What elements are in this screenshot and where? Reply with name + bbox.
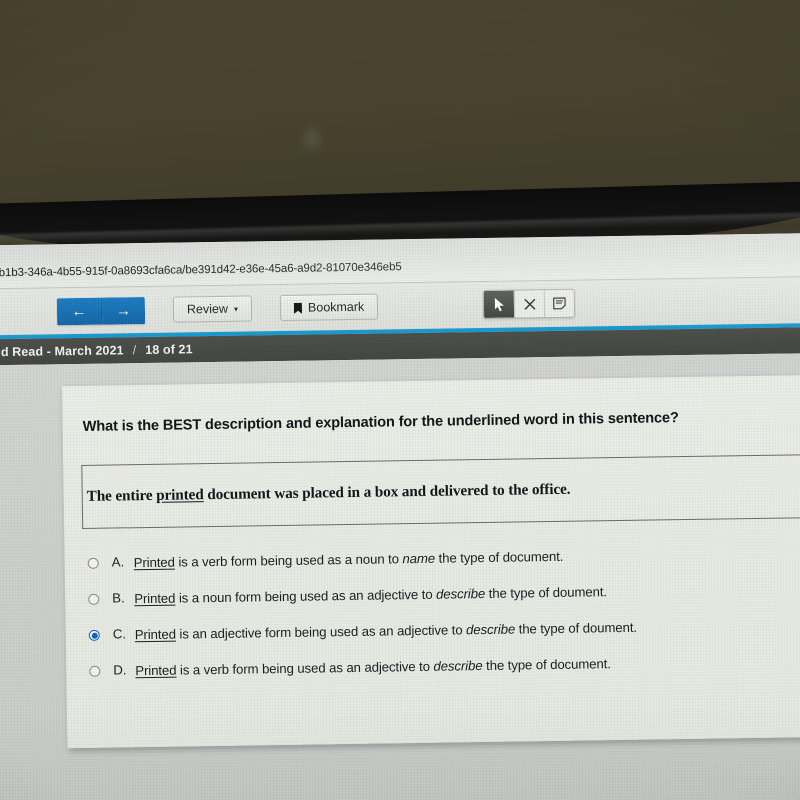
back-button[interactable]: ←: [56, 297, 102, 325]
option-c-mid: is an adjective form being used as an ad…: [175, 622, 467, 642]
title-separator: /: [132, 343, 137, 358]
option-c-end: the type of doument.: [515, 620, 638, 637]
option-text-d: Printed is a verb form being used as an …: [135, 656, 611, 680]
radio-button-b[interactable]: [88, 593, 100, 606]
option-c-italic: describe: [465, 621, 516, 638]
option-a-italic: name: [402, 550, 436, 567]
option-letter-c: C.: [112, 626, 127, 642]
bookmark-icon: [293, 302, 303, 314]
note-tool-button[interactable]: [543, 289, 575, 318]
chevron-down-icon: ▾: [233, 304, 239, 314]
option-a-underlined: Printed: [133, 554, 175, 571]
option-d-end: the type of document.: [482, 656, 611, 674]
answer-options-list: A. Printed is a verb form being used as …: [82, 532, 800, 689]
option-a-end: the type of document.: [434, 548, 564, 566]
option-b-underlined: Printed: [134, 590, 176, 607]
bookmark-label: Bookmark: [307, 299, 365, 315]
sentence-underlined-word: printed: [156, 486, 204, 504]
option-text-c: Printed is an adjective form being used …: [135, 619, 637, 644]
clear-annotation-button[interactable]: [513, 290, 545, 318]
forward-button[interactable]: →: [100, 296, 146, 325]
question-prompt: What is the BEST description and explana…: [82, 410, 679, 435]
option-d-mid: is a verb form being used as an adjectiv…: [176, 659, 434, 679]
option-d-italic: describe: [433, 658, 483, 675]
question-progress: 18 of 21: [145, 342, 193, 358]
bookmark-button[interactable]: Bookmark: [279, 293, 379, 322]
option-a-mid: is a verb form being used as a noun to: [174, 551, 403, 570]
annotation-tool-group: [482, 288, 576, 320]
url-text: eb1b3-346a-4b55-915f-0a8693cfa6ca/be391d…: [0, 261, 402, 280]
sentence-after: document was placed in a box and deliver…: [203, 480, 571, 504]
monitor-photo-scene: eb1b3-346a-4b55-915f-0a8693cfa6ca/be391d…: [0, 0, 800, 800]
test-name: old Read - March 2021: [0, 343, 124, 360]
sentence-stimulus-box: The entire printed document was placed i…: [81, 453, 800, 529]
stimulus-sentence: The entire printed document was placed i…: [87, 481, 571, 505]
option-text-b: Printed is a noun form being used as an …: [134, 583, 607, 607]
option-b-mid: is a noun form being used as an adjectiv…: [175, 586, 437, 606]
option-letter-b: B.: [112, 590, 125, 606]
monitor-screen: eb1b3-346a-4b55-915f-0a8693cfa6ca/be391d…: [0, 232, 800, 800]
option-text-a: Printed is a verb form being used as a n…: [134, 548, 564, 572]
radio-button-c[interactable]: [88, 630, 100, 642]
navigation-button-group: ← →: [56, 296, 146, 325]
radio-button-d[interactable]: [89, 666, 101, 678]
review-label: Review: [186, 301, 229, 317]
radio-button-a[interactable]: [87, 557, 99, 569]
option-b-italic: describe: [435, 586, 486, 602]
option-letter-a: A.: [111, 554, 125, 570]
sentence-before: The entire: [86, 486, 157, 505]
option-letter-d: D.: [113, 662, 127, 678]
option-d-underlined: Printed: [135, 663, 177, 679]
pointer-tool-button[interactable]: [483, 290, 515, 318]
review-dropdown-button[interactable]: Review ▾: [172, 295, 253, 323]
option-c-underlined: Printed: [134, 626, 176, 643]
option-b-end: the type of doument.: [485, 584, 608, 602]
question-card: What is the BEST description and explana…: [62, 373, 800, 749]
